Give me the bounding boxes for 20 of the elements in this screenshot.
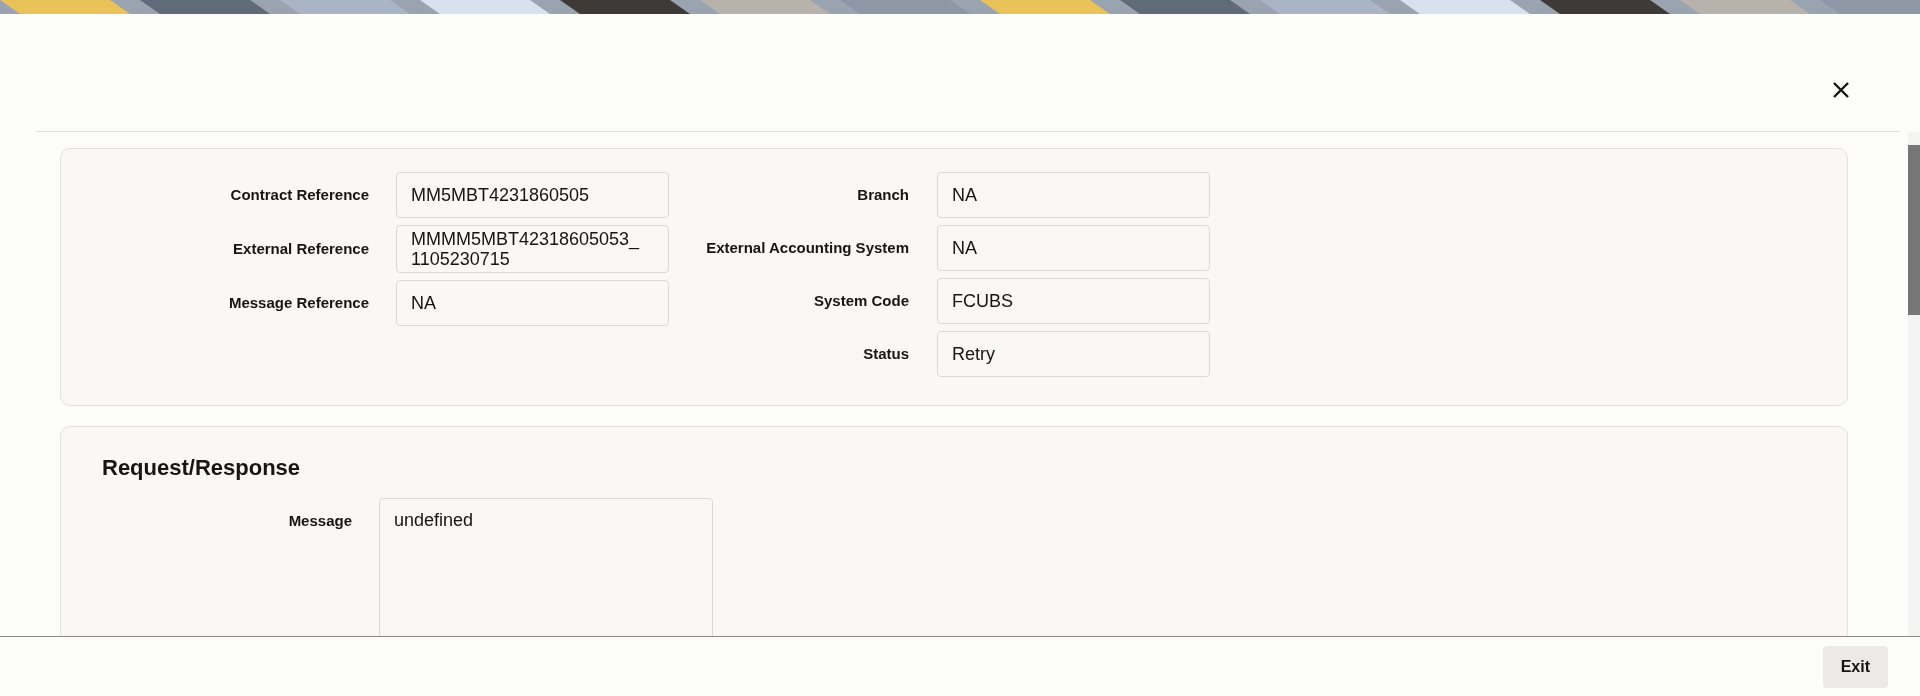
field-label: External Reference [232,238,369,259]
field-label: Status [862,343,909,364]
scrollbar[interactable] [1908,132,1920,636]
close-icon[interactable] [1832,81,1850,99]
field-label: Message [287,511,352,531]
field-label: Branch [856,184,909,205]
input-field[interactable]: MM5MBT4231860505 [396,172,669,218]
section-title: Request/Response [102,454,302,482]
input-field[interactable]: Retry [937,331,1210,377]
input-field[interactable]: FCUBS [937,278,1210,324]
field-label: Contract Reference [229,184,369,205]
message-field[interactable]: undefined [379,498,713,636]
field-label: External Accounting System [705,237,909,258]
input-field[interactable]: MMMM5MBT42318605053_1105230715 [396,225,669,273]
field-label: Message Reference [227,292,369,313]
field-label: System Code [812,290,909,311]
exit-button[interactable]: Exit [1822,645,1888,688]
input-field[interactable]: NA [937,225,1210,271]
input-field[interactable]: NA [937,172,1210,218]
input-field[interactable]: NA [396,280,669,326]
